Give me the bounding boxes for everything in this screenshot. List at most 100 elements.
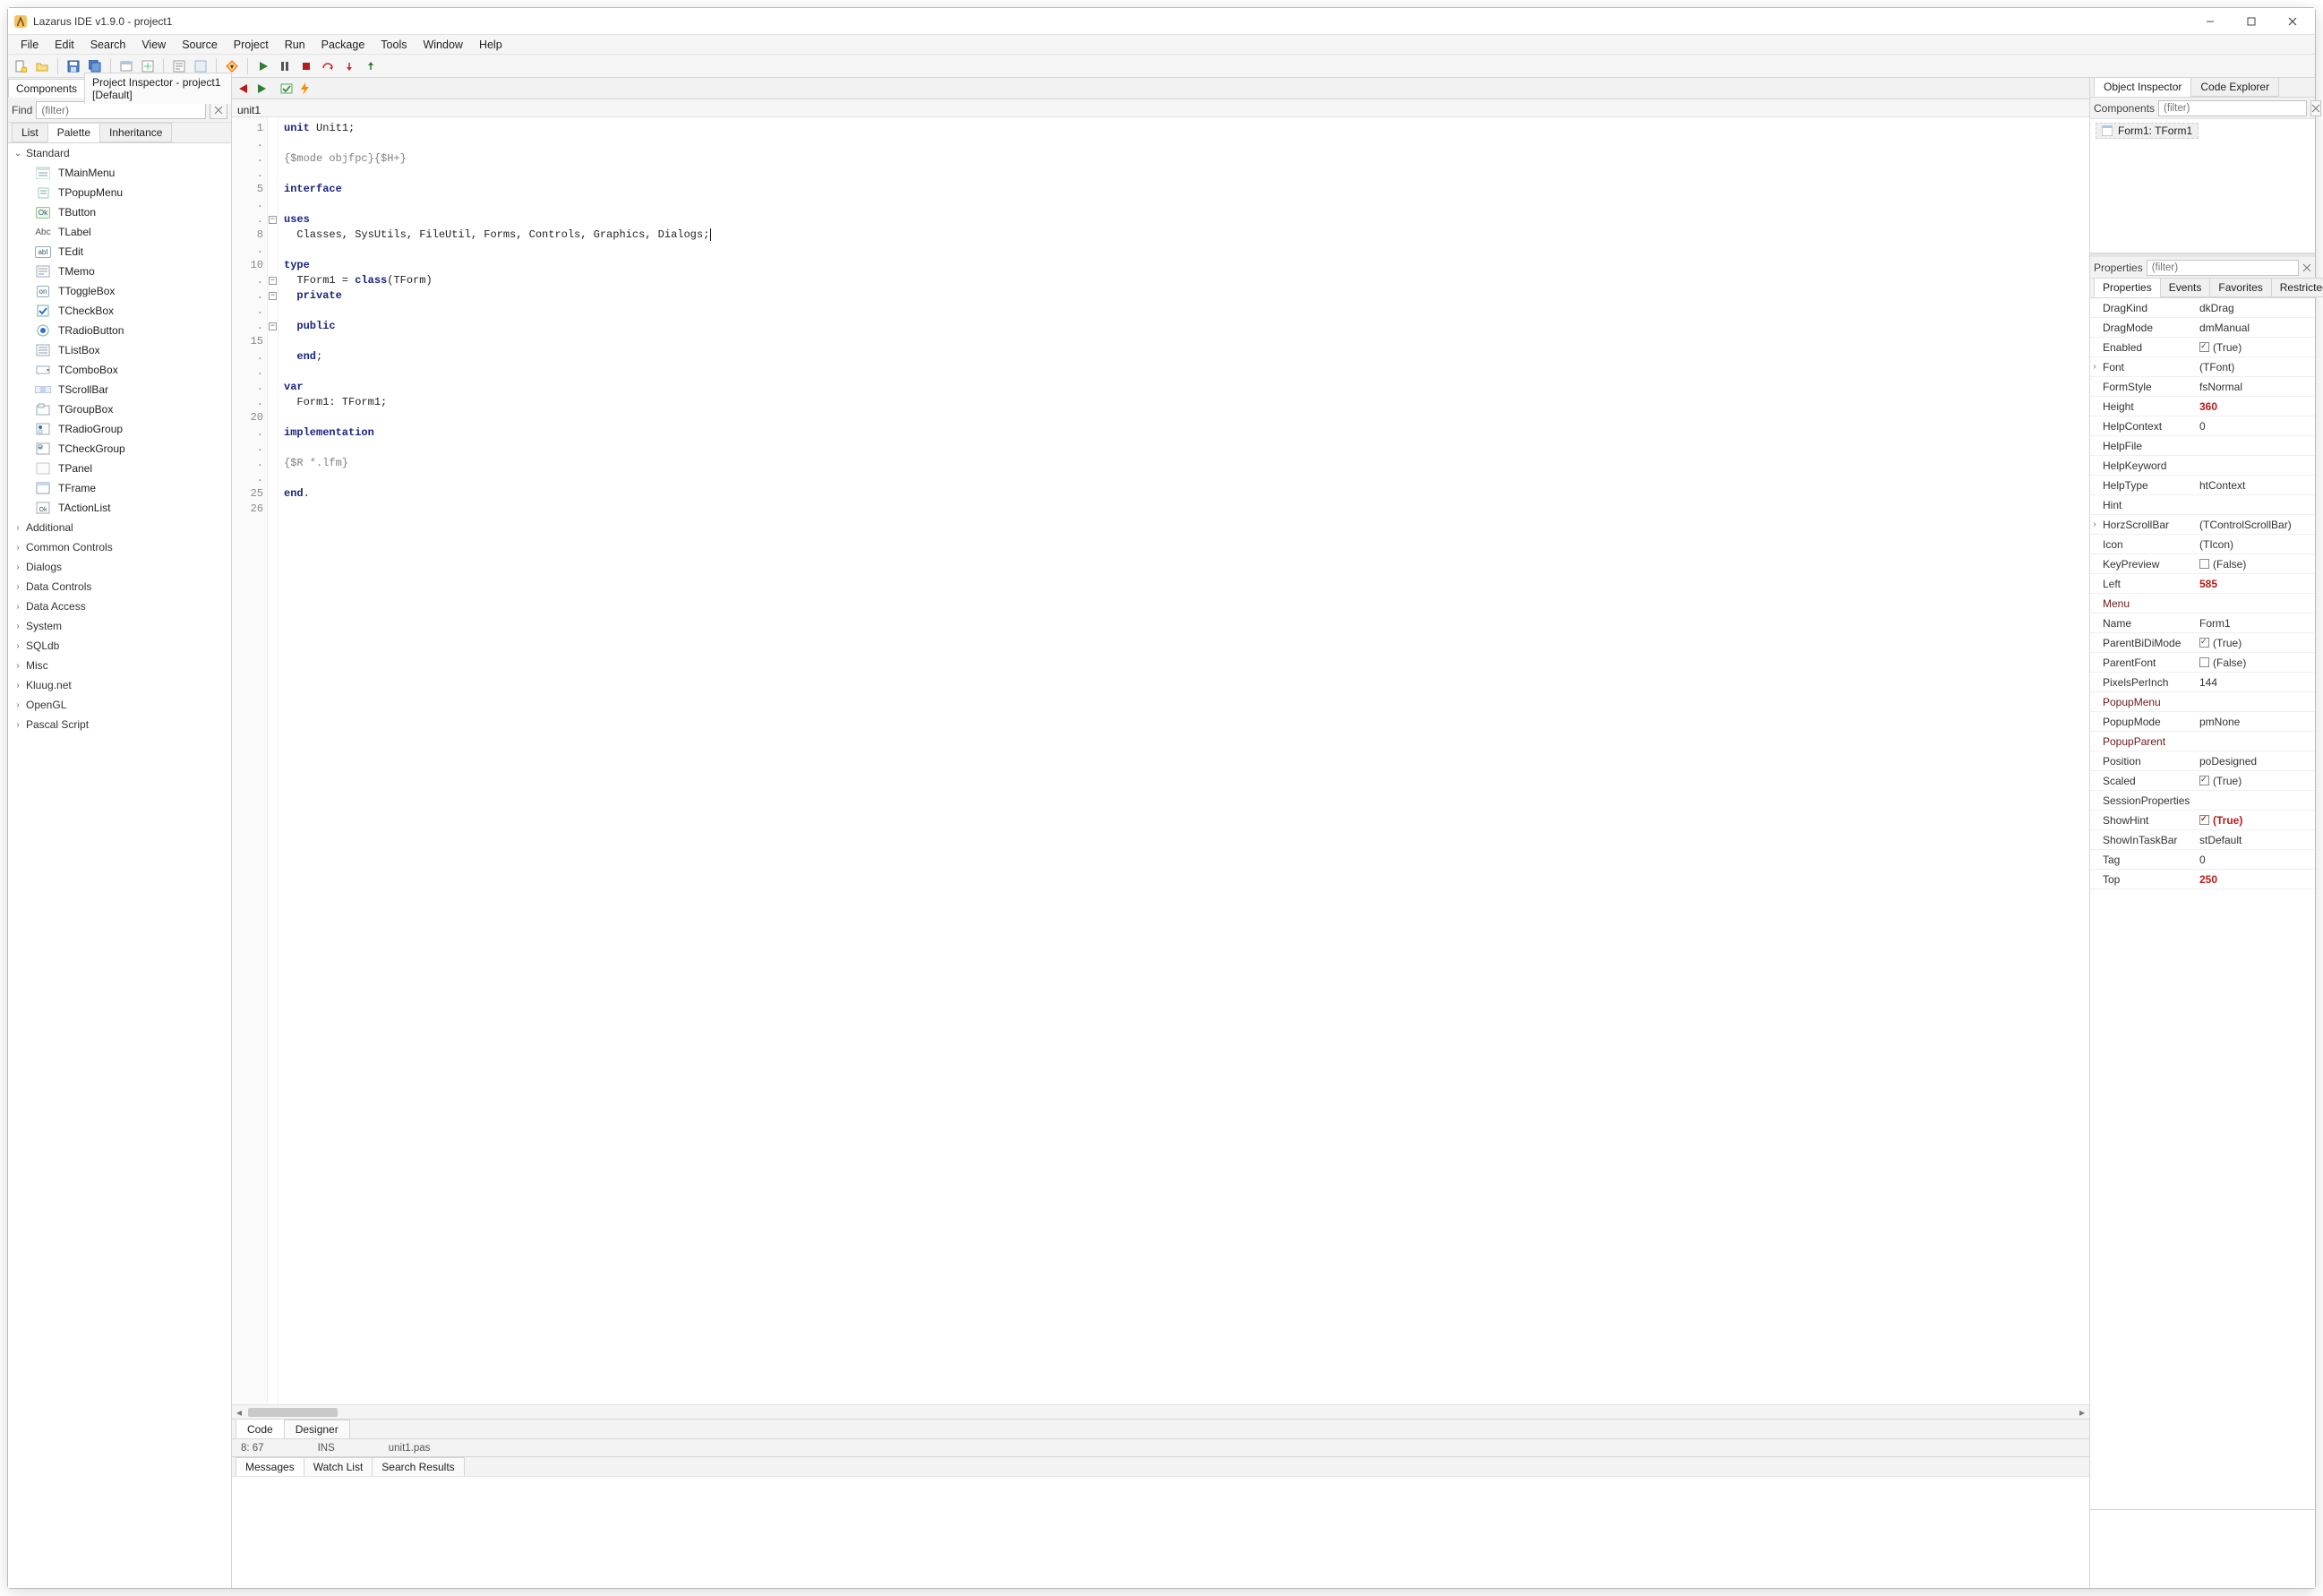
prop-row-helptype[interactable]: HelpTypehtContext [2090,476,2315,495]
messages-tab-watch-list[interactable]: Watch List [304,1457,373,1477]
prop-row-hint[interactable]: Hint [2090,495,2315,515]
menu-view[interactable]: View [134,37,173,53]
prop-row-showintaskbar[interactable]: ShowInTaskBarstDefault [2090,830,2315,850]
prop-row-icon[interactable]: Icon(TIcon) [2090,535,2315,554]
step-over-icon[interactable] [319,57,337,75]
palette-group-pascal-script[interactable]: ›Pascal Script [8,715,231,734]
prop-row-height[interactable]: Height360 [2090,397,2315,416]
prop-row-parentbidimode[interactable]: ParentBiDiMode(True) [2090,633,2315,653]
menu-edit[interactable]: Edit [47,37,81,53]
palette-item-tmemo[interactable]: TMemo [31,262,231,281]
palette-item-tpanel[interactable]: TPanel [31,459,231,478]
run-icon[interactable] [254,57,272,75]
palette-item-tpopupmenu[interactable]: TPopupMenu [31,183,231,202]
fold-column[interactable]: −−−− [268,117,279,1404]
prop-row-popupmode[interactable]: PopupModepmNone [2090,712,2315,732]
prop-row-menu[interactable]: Menu [2090,594,2315,614]
menu-window[interactable]: Window [416,37,469,53]
prop-row-horzscrollbar[interactable]: ›HorzScrollBar(TControlScrollBar) [2090,515,2315,535]
palette-item-tmainmenu[interactable]: TMainMenu [31,163,231,183]
palette-group-system[interactable]: ›System [8,616,231,636]
tree-node-form1[interactable]: Form1: TForm1 [2096,123,2199,139]
menu-package[interactable]: Package [314,37,373,53]
prop-row-popupparent[interactable]: PopupParent [2090,732,2315,751]
palette-item-tradiogroup[interactable]: TRadioGroup [31,419,231,439]
check-icon[interactable] [279,81,295,97]
messages-tab-search-results[interactable]: Search Results [372,1457,464,1477]
prop-row-popupmenu[interactable]: PopupMenu [2090,692,2315,712]
palette-item-tgroupbox[interactable]: TGroupBox [31,399,231,419]
new-unit-icon[interactable] [12,57,30,75]
palette-item-tbutton[interactable]: OkTButton [31,202,231,222]
prop-row-helpfile[interactable]: HelpFile [2090,436,2315,456]
component-tree[interactable]: Form1: TForm1 [2090,119,2315,253]
palette-group-opengl[interactable]: ›OpenGL [8,695,231,715]
prop-row-helpkeyword[interactable]: HelpKeyword [2090,456,2315,476]
window-minimize-button[interactable] [2190,8,2231,35]
prop-row-showhint[interactable]: ShowHint(True) [2090,811,2315,830]
menu-tools[interactable]: Tools [373,37,414,53]
menu-file[interactable]: File [13,37,46,53]
palette-item-tlistbox[interactable]: TListBox [31,340,231,360]
palette-group-data-controls[interactable]: ›Data Controls [8,577,231,596]
prop-row-scaled[interactable]: Scaled(True) [2090,771,2315,791]
subtab-palette[interactable]: Palette [47,123,100,142]
prop-tab-events[interactable]: Events [2160,278,2211,297]
menu-source[interactable]: Source [175,37,225,53]
palette-group-additional[interactable]: ›Additional [8,518,231,537]
bottom-tab-code[interactable]: Code [236,1420,285,1439]
window-maximize-button[interactable] [2231,8,2272,35]
prop-row-top[interactable]: Top250 [2090,870,2315,889]
step-out-icon[interactable] [362,57,380,75]
prop-tab-favorites[interactable]: Favorites [2209,278,2271,297]
palette-item-tlabel[interactable]: AbcTLabel [31,222,231,242]
palette-item-tcheckbox[interactable]: TCheckBox [31,301,231,321]
subtab-list[interactable]: List [12,123,48,142]
menu-run[interactable]: Run [278,37,313,53]
nav-forward-icon[interactable] [253,81,270,97]
palette-group-kluug-net[interactable]: ›Kluug.net [8,675,231,695]
component-palette[interactable]: ⌄StandardTMainMenuTPopupMenuOkTButtonAbc… [8,142,231,1588]
lightning-icon[interactable] [296,81,313,97]
prop-row-name[interactable]: NameForm1 [2090,614,2315,633]
horizontal-scrollbar[interactable]: ◂ ▸ [232,1404,2089,1419]
prop-row-dragkind[interactable]: DragKinddkDrag [2090,298,2315,318]
window-close-button[interactable] [2272,8,2313,35]
menu-help[interactable]: Help [472,37,510,53]
properties-filter-clear-button[interactable] [2302,263,2311,272]
save-icon[interactable] [64,57,82,75]
palette-item-tcombobox[interactable]: TComboBox [31,360,231,380]
palette-item-tactionlist[interactable]: OkTActionList [31,498,231,518]
prop-row-enabled[interactable]: Enabled(True) [2090,338,2315,357]
palette-group-standard[interactable]: ⌄Standard [8,143,231,163]
palette-item-ttogglebox[interactable]: onTToggleBox [31,281,231,301]
right-tab-code-explorer[interactable]: Code Explorer [2190,77,2279,97]
palette-item-tcheckgroup[interactable]: TCheckGroup [31,439,231,459]
palette-group-common-controls[interactable]: ›Common Controls [8,537,231,557]
prop-row-left[interactable]: Left585 [2090,574,2315,594]
subtab-inheritance[interactable]: Inheritance [99,123,172,142]
prop-row-position[interactable]: PositionpoDesigned [2090,751,2315,771]
property-grid[interactable]: DragKinddkDragDragModedmManualEnabled(Tr… [2090,298,2315,1509]
step-into-icon[interactable] [340,57,358,75]
left-tab-0[interactable]: Components [8,79,85,98]
prop-row-dragmode[interactable]: DragModedmManual [2090,318,2315,338]
prop-row-parentfont[interactable]: ParentFont(False) [2090,653,2315,673]
palette-group-data-access[interactable]: ›Data Access [8,596,231,616]
nav-back-icon[interactable] [236,81,252,97]
properties-filter-input[interactable] [2147,260,2299,276]
components-filter-clear-button[interactable] [2310,100,2321,116]
prop-row-helpcontext[interactable]: HelpContext0 [2090,416,2315,436]
prop-row-keypreview[interactable]: KeyPreview(False) [2090,554,2315,574]
stop-icon[interactable] [297,57,315,75]
editor-tab-unit1[interactable]: unit1 [237,104,261,116]
pause-icon[interactable] [276,57,294,75]
palette-item-tframe[interactable]: TFrame [31,478,231,498]
open-icon[interactable] [33,57,51,75]
code-area[interactable]: unit Unit1;{$mode objfpc}{$H+}interfaceu… [279,117,2089,1404]
messages-tab-messages[interactable]: Messages [236,1457,304,1477]
prop-row-font[interactable]: ›Font(TFont) [2090,357,2315,377]
palette-group-dialogs[interactable]: ›Dialogs [8,557,231,577]
prop-row-pixelsperinch[interactable]: PixelsPerInch144 [2090,673,2315,692]
code-editor[interactable]: 1...5..8.10....15....20....2526 −−−− uni… [232,117,2089,1404]
